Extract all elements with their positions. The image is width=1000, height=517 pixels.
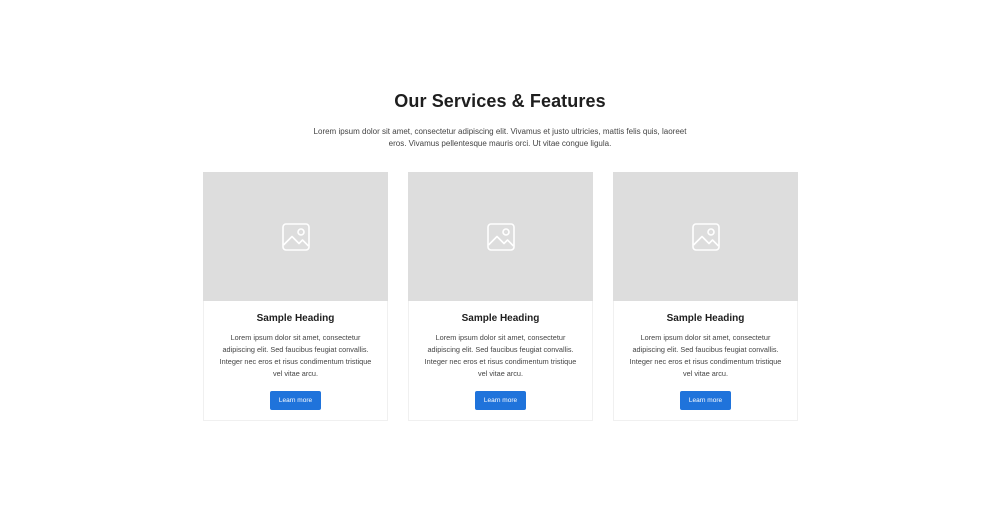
card-image-placeholder <box>613 172 798 301</box>
image-placeholder-icon <box>486 222 515 251</box>
service-card: Sample Heading Lorem ipsum dolor sit ame… <box>613 172 798 421</box>
card-image-placeholder <box>408 172 593 301</box>
card-heading: Sample Heading <box>666 313 745 324</box>
learn-more-button[interactable]: Learn more <box>270 391 321 410</box>
image-placeholder-icon <box>691 222 720 251</box>
section-title: Our Services & Features <box>394 91 606 111</box>
card-heading: Sample Heading <box>256 313 335 324</box>
service-card: Sample Heading Lorem ipsum dolor sit ame… <box>203 172 388 421</box>
card-text: Lorem ipsum dolor sit amet, consectetur … <box>219 333 372 378</box>
learn-more-button[interactable]: Learn more <box>475 391 526 410</box>
image-placeholder-icon <box>281 222 310 251</box>
service-card: Sample Heading Lorem ipsum dolor sit ame… <box>408 172 593 421</box>
section-subtitle: Lorem ipsum dolor sit amet, consectetur … <box>313 127 687 148</box>
card-text: Lorem ipsum dolor sit amet, consectetur … <box>629 333 782 378</box>
card-image-placeholder <box>203 172 388 301</box>
services-section: Our Services & Features Lorem ipsum dolo… <box>0 0 1000 517</box>
cards-row: Sample Heading Lorem ipsum dolor sit ame… <box>203 172 798 421</box>
card-text: Lorem ipsum dolor sit amet, consectetur … <box>424 333 577 378</box>
learn-more-button[interactable]: Learn more <box>680 391 731 410</box>
card-heading: Sample Heading <box>461 313 540 324</box>
